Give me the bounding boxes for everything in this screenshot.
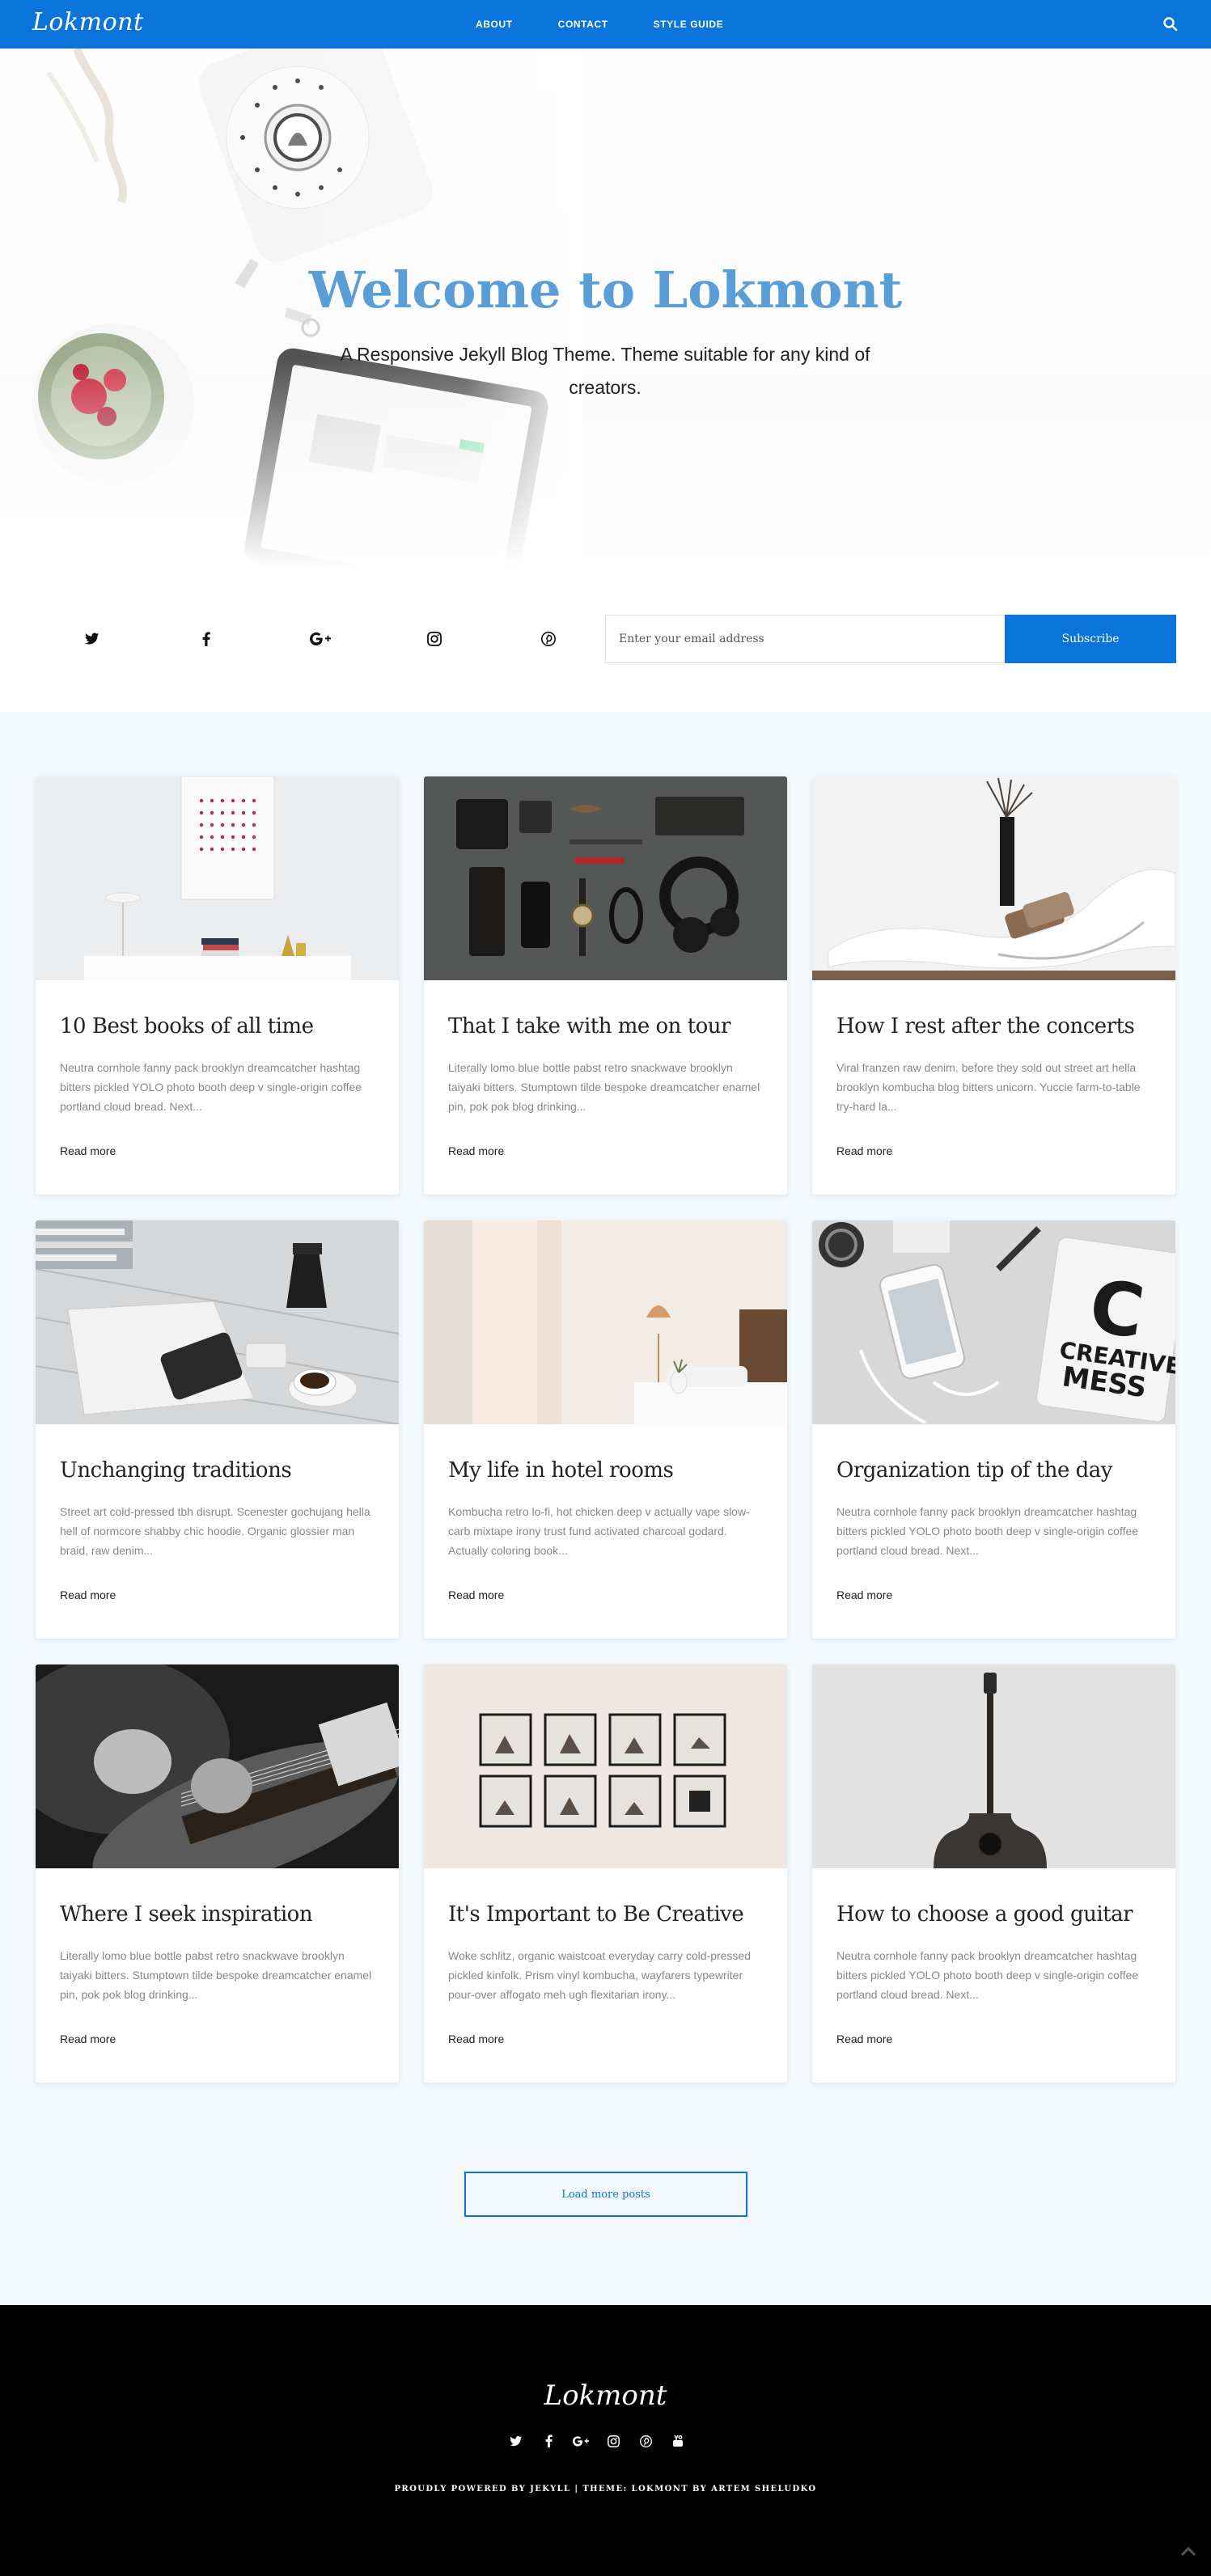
post-card[interactable]: Where I seek inspiration Literally lomo … <box>36 1664 399 2083</box>
post-title[interactable]: Where I seek inspiration <box>60 1902 375 1927</box>
post-card[interactable]: C CREATIVE MESS Organization tip of the … <box>812 1220 1175 1639</box>
post-title[interactable]: Organization tip of the day <box>836 1458 1152 1483</box>
email-field[interactable] <box>605 615 1005 663</box>
read-more-link[interactable]: Read more <box>60 2032 116 2045</box>
read-more-link[interactable]: Read more <box>60 1144 116 1157</box>
post-excerpt: Neutra cornhole fanny pack brooklyn drea… <box>836 1505 1139 1557</box>
read-more-link[interactable]: Read more <box>836 1588 892 1601</box>
post-thumbnail[interactable] <box>36 1220 399 1424</box>
hero-title: Welcome to Lokmont <box>308 260 903 319</box>
post-card[interactable]: 10 Best books of all time Neutra cornhol… <box>36 776 399 1195</box>
credit-prefix: Proudly powered by <box>394 2485 527 2494</box>
instagram-icon[interactable] <box>424 628 445 649</box>
post-title[interactable]: That I take with me on tour <box>448 1014 764 1038</box>
post-title[interactable]: How to choose a good guitar <box>836 1902 1152 1927</box>
social-subscribe-bar: Subscribe <box>0 566 1211 712</box>
pinterest-icon[interactable] <box>637 2433 654 2449</box>
hero-section: Welcome to Lokmont A Responsive Jekyll B… <box>0 49 1211 566</box>
footer: Lokmont Proudly powered by Jekyll | Them… <box>0 2305 1211 2576</box>
post-card[interactable]: My life in hotel rooms Kombucha retro lo… <box>424 1220 787 1639</box>
post-card[interactable]: How to choose a good guitar Neutra cornh… <box>812 1664 1175 2083</box>
jekyll-link[interactable]: Jekyll <box>530 2485 570 2494</box>
post-thumbnail[interactable] <box>812 776 1175 980</box>
footer-credit: Proudly powered by Jekyll | Theme: Lokmo… <box>0 2485 1211 2494</box>
instagram-icon[interactable] <box>605 2433 621 2449</box>
pinterest-icon[interactable] <box>538 628 559 649</box>
nav-link-contact[interactable]: CONTACT <box>558 19 608 30</box>
read-more-link[interactable]: Read more <box>448 1144 504 1157</box>
read-more-link[interactable]: Read more <box>836 1144 892 1157</box>
post-thumbnail[interactable] <box>424 776 787 980</box>
footer-social-icons <box>508 2433 702 2449</box>
credit-separator: | <box>574 2485 579 2494</box>
read-more-link[interactable]: Read more <box>448 2032 504 2045</box>
nav-link-style-guide[interactable]: STYLE GUIDE <box>654 19 724 30</box>
post-card[interactable]: Unchanging traditions Street art cold-pr… <box>36 1220 399 1639</box>
post-title[interactable]: It's Important to Be Creative <box>448 1902 764 1927</box>
site-logo[interactable]: Lokmont <box>32 8 144 36</box>
footer-logo[interactable]: Lokmont <box>0 2379 1211 2412</box>
facebook-icon[interactable] <box>540 2433 557 2449</box>
nav-links: ABOUT CONTACT STYLE GUIDE <box>476 0 769 49</box>
post-excerpt: Literally lomo blue bottle pabst retro s… <box>60 1949 372 2001</box>
post-title[interactable]: My life in hotel rooms <box>448 1458 764 1483</box>
subscribe-button[interactable]: Subscribe <box>1005 615 1176 663</box>
post-card[interactable]: It's Important to Be Creative Woke schli… <box>424 1664 787 2083</box>
hero-subtitle: A Responsive Jekyll Blog Theme. Theme su… <box>340 344 870 398</box>
post-thumbnail[interactable] <box>36 776 399 980</box>
theme-author-link[interactable]: Lokmont by Artem Sheludko <box>632 2485 817 2494</box>
search-icon[interactable] <box>1162 16 1179 32</box>
post-excerpt: Kombucha retro lo-fi, hot chicken deep v… <box>448 1505 750 1557</box>
post-excerpt: Neutra cornhole fanny pack brooklyn drea… <box>60 1061 362 1113</box>
credit-theme-prefix: Theme: <box>582 2485 628 2494</box>
post-thumbnail[interactable] <box>424 1664 787 1868</box>
youtube-icon[interactable] <box>670 2433 686 2449</box>
post-thumbnail[interactable] <box>424 1220 787 1424</box>
post-thumbnail[interactable]: C CREATIVE MESS <box>812 1220 1175 1424</box>
twitter-icon[interactable] <box>82 628 103 649</box>
twitter-icon[interactable] <box>508 2433 524 2449</box>
post-card[interactable]: That I take with me on tour Literally lo… <box>424 776 787 1195</box>
post-excerpt: Street art cold-pressed tbh disrupt. Sce… <box>60 1505 370 1557</box>
posts-grid-section: 10 Best books of all time Neutra cornhol… <box>0 712 1211 2305</box>
post-excerpt: Literally lomo blue bottle pabst retro s… <box>448 1061 760 1113</box>
post-thumbnail[interactable] <box>812 1664 1175 1868</box>
top-navbar: Lokmont ABOUT CONTACT STYLE GUIDE <box>0 0 1211 49</box>
google-plus-icon[interactable] <box>573 2433 589 2449</box>
post-title[interactable]: 10 Best books of all time <box>60 1014 375 1038</box>
post-excerpt: Viral franzen raw denim, before they sol… <box>836 1061 1141 1113</box>
load-more-button[interactable]: Load more posts <box>464 2172 747 2217</box>
chevron-up-icon[interactable] <box>1179 2544 1198 2558</box>
post-card[interactable]: How I rest after the concerts Viral fran… <box>812 776 1175 1195</box>
read-more-link[interactable]: Read more <box>60 1588 116 1601</box>
post-excerpt: Woke schlitz, organic waistcoat everyday… <box>448 1949 752 2001</box>
post-title[interactable]: How I rest after the concerts <box>836 1014 1152 1038</box>
facebook-icon[interactable] <box>196 628 217 649</box>
post-excerpt: Neutra cornhole fanny pack brooklyn drea… <box>836 1949 1139 2001</box>
read-more-link[interactable]: Read more <box>448 1588 504 1601</box>
post-title[interactable]: Unchanging traditions <box>60 1458 375 1483</box>
read-more-link[interactable]: Read more <box>836 2032 892 2045</box>
google-plus-icon[interactable] <box>310 628 331 649</box>
post-thumbnail[interactable] <box>36 1664 399 1868</box>
nav-link-about[interactable]: ABOUT <box>476 19 513 30</box>
